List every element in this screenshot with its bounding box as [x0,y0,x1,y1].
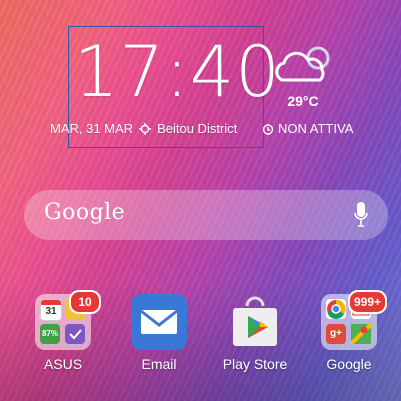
microphone-icon[interactable] [354,202,368,228]
app-email[interactable]: Email [124,294,194,372]
date-location-line: MAR, 31 MAR Beitou District [50,121,237,136]
alarm-status[interactable]: NON ATTIVA [262,121,353,136]
notification-badge: 999+ [347,290,387,314]
chrome-mini-icon [326,299,346,319]
todo-mini-icon [65,324,85,344]
calendar-mini-icon: 31 [40,299,62,321]
app-asus-folder[interactable]: 31 87% 10 ASUS [28,290,101,372]
notification-badge: 10 [69,290,101,314]
app-google-folder[interactable]: g+ 999+ Google [314,290,387,372]
weather-temperature: 29°C [287,93,319,109]
app-label: Email [141,356,177,372]
clock-time[interactable]: 17:40 [74,36,280,108]
cloud-icon [275,46,330,82]
app-label: ASUS [43,356,83,372]
app-label: Google [326,356,372,372]
google-folder-icon: g+ 999+ [321,290,387,350]
google-plus-mini-icon: g+ [326,324,346,344]
date-text: MAR, 31 MAR [50,121,134,136]
alarm-status-text: NON ATTIVA [278,121,354,136]
weather-widget[interactable]: 29°C [268,44,338,109]
location-text: Beitou District [157,121,238,136]
play-store-icon [227,294,283,350]
google-logo-text: Google [44,200,126,225]
app-play-store[interactable]: Play Store [220,294,290,372]
battery-mini-icon: 87% [40,324,60,344]
app-dock: 31 87% 10 ASUS Email Play Store g+ 999+ … [0,290,401,394]
asus-folder-icon: 31 87% 10 [35,290,101,350]
location-icon [139,122,152,135]
alarm-clock-icon [262,123,274,135]
app-label: Play Store [222,356,288,372]
google-search-bar[interactable]: Google [24,190,388,240]
email-icon [131,294,187,350]
maps-mini-icon [349,322,373,346]
